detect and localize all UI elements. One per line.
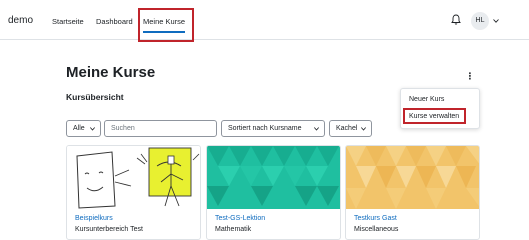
top-navbar: demo Startseite Dashboard Meine Kurse HL [0, 0, 529, 40]
course-category: Mathematik [215, 226, 252, 233]
course-name-link[interactable]: Testkurs Gast [354, 215, 397, 222]
chevron-down-icon [314, 127, 319, 131]
menu-item-manage-courses[interactable]: Kurse verwalten [409, 113, 459, 120]
sort-value: Sortiert nach Kursname [228, 125, 302, 132]
search-placeholder: Suchen [111, 125, 135, 132]
course-image[interactable] [67, 146, 201, 209]
course-card[interactable]: Beispielkurs Kursunterbereich Test [66, 145, 201, 240]
more-actions-icon[interactable]: ⋮ [465, 70, 475, 82]
view-value: Kachel [336, 125, 358, 132]
course-category: Kursunterbereich Test [75, 226, 143, 233]
status-filter-value: Alle [73, 125, 85, 132]
view-select[interactable]: Kachel [329, 120, 372, 137]
menu-item-new-course[interactable]: Neuer Kurs [409, 96, 444, 103]
nav-meine-kurse[interactable]: Meine Kurse [143, 17, 186, 33]
user-avatar[interactable]: HL [471, 12, 489, 30]
search-input[interactable]: Suchen [104, 120, 217, 137]
course-name-link[interactable]: Beispielkurs [75, 215, 113, 222]
page-title: Meine Kurse [66, 64, 156, 81]
course-image[interactable] [346, 146, 480, 209]
status-filter-select[interactable]: Alle [66, 120, 101, 137]
chevron-down-icon [90, 127, 95, 131]
course-filter-bar: Alle Suchen Sortiert nach Kursname Kache… [66, 120, 486, 137]
section-title: Kursübersicht [66, 92, 124, 102]
site-brand[interactable]: demo [8, 15, 33, 26]
chevron-down-icon [361, 127, 366, 131]
nav-dashboard[interactable]: Dashboard [96, 17, 133, 26]
course-category: Miscellaneous [354, 226, 399, 233]
course-name-link[interactable]: Test-GS-Lektion [215, 215, 265, 222]
notification-bell-icon[interactable] [451, 14, 461, 25]
chevron-down-icon[interactable] [493, 19, 499, 23]
course-image[interactable] [207, 146, 341, 209]
course-card[interactable]: Test-GS-Lektion Mathematik [206, 145, 341, 240]
nav-startseite[interactable]: Startseite [52, 17, 84, 26]
course-card[interactable]: Testkurs Gast Miscellaneous [345, 145, 480, 240]
sort-select[interactable]: Sortiert nach Kursname [221, 120, 325, 137]
